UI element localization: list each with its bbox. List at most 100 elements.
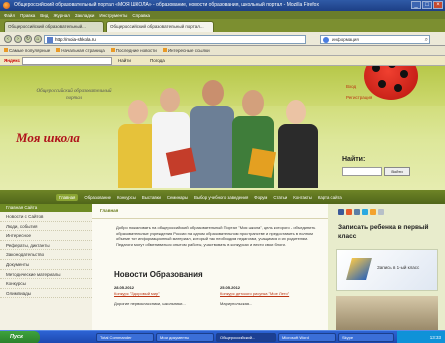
folders-image — [247, 148, 277, 178]
url-text: http://moia-shkola.ru — [55, 37, 96, 42]
bookmark-icon — [56, 48, 61, 52]
divider — [92, 218, 328, 219]
nav-school-choice[interactable]: Выбор учебного заведения — [194, 195, 248, 200]
bookmark-icon — [162, 48, 167, 52]
reload-icon[interactable]: ↻ — [24, 35, 32, 43]
student-5-body — [278, 124, 318, 188]
nav-home[interactable]: Главная — [56, 193, 79, 201]
system-tray-clock[interactable]: 13:33 — [397, 331, 445, 343]
site-search-input[interactable] — [342, 167, 382, 176]
mail-icon[interactable] — [378, 209, 384, 215]
sidebar-item-legislation[interactable]: Законодательство — [0, 250, 92, 260]
rss-icon[interactable] — [370, 209, 376, 215]
news-title-link[interactable]: Конкурс детского рисунка "Мое Лето" — [220, 291, 289, 296]
pencil-image — [346, 258, 372, 280]
sidebar-item-documents[interactable]: Документы — [0, 260, 92, 270]
tab-strip: Общероссийский образовательный... Общеро… — [0, 19, 445, 32]
student-3-body — [190, 106, 234, 188]
yandex-find-button[interactable]: Найти — [118, 58, 131, 63]
minimize-button[interactable]: _ — [411, 1, 421, 9]
bookmarks-bar: Самые популярные Начальная страница Посл… — [0, 46, 445, 56]
taskbar-total-commander[interactable]: Total Commander — [96, 333, 154, 342]
site-header: Общероссийский образовательный портал Мо… — [0, 66, 445, 190]
student-2 — [160, 88, 180, 112]
news-title-link[interactable]: Конкурс "Здоровый мир" — [114, 291, 160, 296]
forward-icon[interactable]: › — [14, 35, 22, 43]
search-engine-icon[interactable] — [323, 37, 329, 43]
enroll-heading: Записать ребенка в первый класс — [338, 224, 429, 240]
yandex-toolbar: Яндекс Найти Погода — [0, 56, 445, 66]
breadcrumb[interactable]: Главная — [100, 208, 118, 213]
address-bar[interactable]: http://moia-shkola.ru — [44, 35, 306, 44]
maximize-button[interactable]: □ — [422, 1, 432, 9]
news-item: 25.05.2012 Конкурс детского рисунка "Мое… — [220, 285, 320, 307]
right-sidebar: Записать ребенка в первый класс Запись в… — [328, 204, 445, 330]
bookmark-3[interactable]: Последние новости — [110, 48, 157, 53]
menu-bookmarks[interactable]: Закладки — [75, 13, 94, 18]
sidebar-item-interesting[interactable]: Интересное — [0, 231, 92, 241]
nav-exhibitions[interactable]: Выставки — [142, 195, 161, 200]
taskbar-skype[interactable]: Skype — [338, 333, 394, 342]
twitter-icon[interactable] — [362, 209, 368, 215]
sidebar-item-site-news[interactable]: Новости с Сайтов — [0, 212, 92, 222]
facebook-icon[interactable] — [338, 209, 344, 215]
bookmark-1[interactable]: Самые популярные — [4, 48, 50, 53]
menu-help[interactable]: Справка — [132, 13, 150, 18]
login-link[interactable]: Вход — [346, 84, 372, 89]
taskbar-firefox[interactable]: Общероссийский... — [216, 333, 276, 342]
nav-education[interactable]: Образование — [84, 195, 111, 200]
enroll-caption: Запись в 1-ый класс — [377, 265, 420, 270]
close-button[interactable]: × — [433, 1, 443, 9]
back-icon[interactable]: ‹ — [4, 35, 12, 43]
nav-contests[interactable]: Конкурсы — [117, 195, 136, 200]
nav-forum[interactable]: Форум — [254, 195, 267, 200]
menu-tools[interactable]: Инструменты — [99, 13, 127, 18]
auth-links: Вход Регистрация — [346, 84, 372, 106]
menu-history[interactable]: Журнал — [53, 13, 69, 18]
sidebar-item-contests[interactable]: Конкурсы — [0, 279, 92, 289]
sidebar-item-people[interactable]: Люди, события — [0, 222, 92, 232]
start-button[interactable]: Пуск — [0, 331, 40, 343]
screenshot: Общероссийский образовательный портал «М… — [0, 0, 445, 343]
site-search-button[interactable]: Войти — [384, 167, 410, 176]
site-favicon — [47, 37, 53, 43]
home-icon[interactable]: ⌂ — [34, 35, 42, 43]
taskbar-my-documents[interactable]: Мои документы — [156, 333, 214, 342]
nav-seminars[interactable]: Семинары — [167, 195, 188, 200]
window-title: Общероссийский образовательный портал «М… — [14, 2, 319, 8]
student-4 — [242, 90, 264, 116]
site-logo[interactable]: Моя школа — [16, 130, 80, 146]
bookmark-4[interactable]: Интересные ссылки — [162, 48, 210, 53]
tab-1[interactable]: Общероссийский образовательный... — [4, 21, 104, 32]
odnoklassniki-icon[interactable] — [346, 209, 352, 215]
news-item: 28.05.2012 Конкурс "Здоровый мир" Дороги… — [114, 285, 214, 307]
magnifier-icon[interactable]: ⌕ — [425, 36, 428, 44]
nav-contacts[interactable]: Контакты — [293, 195, 312, 200]
firefox-icon — [3, 2, 10, 9]
sidebar-item-essays[interactable]: Рефераты, диктанты — [0, 241, 92, 251]
nav-articles[interactable]: Статьи — [273, 195, 287, 200]
student-5 — [286, 100, 306, 124]
yandex-weather-link[interactable]: Погода — [150, 58, 165, 63]
enroll-banner[interactable]: Запись в 1-ый класс — [336, 249, 438, 291]
sidebar-item-methods[interactable]: Методические материалы — [0, 270, 92, 280]
tab-2[interactable]: Общероссийский образовательный портал... — [106, 21, 214, 32]
search-input[interactable]: информация ⌕ — [320, 35, 430, 44]
menu-file[interactable]: Файл — [4, 13, 15, 18]
menu-view[interactable]: Вид — [40, 13, 48, 18]
photo-banner[interactable] — [336, 296, 438, 330]
site-search-label: Найти: — [342, 156, 366, 163]
student-3 — [202, 80, 224, 106]
news-text: Дорогие первоклассники, школьники... — [114, 301, 186, 306]
menu-edit[interactable]: Правка — [20, 13, 35, 18]
vk-icon[interactable] — [354, 209, 360, 215]
bookmark-icon — [110, 48, 115, 52]
taskbar-word[interactable]: Microsoft Word — [278, 333, 336, 342]
main-nav: Главная Образование Конкурсы Выставки Се… — [0, 190, 445, 204]
sidebar-item-home[interactable]: Главная Сайта — [0, 204, 92, 212]
bookmark-2[interactable]: Начальная страница — [56, 48, 105, 53]
yandex-search-input[interactable] — [22, 57, 112, 65]
register-link[interactable]: Регистрация — [346, 95, 372, 100]
nav-sitemap[interactable]: Карта сайта — [318, 195, 342, 200]
sidebar-item-olympiads[interactable]: Олимпиады — [0, 289, 92, 299]
